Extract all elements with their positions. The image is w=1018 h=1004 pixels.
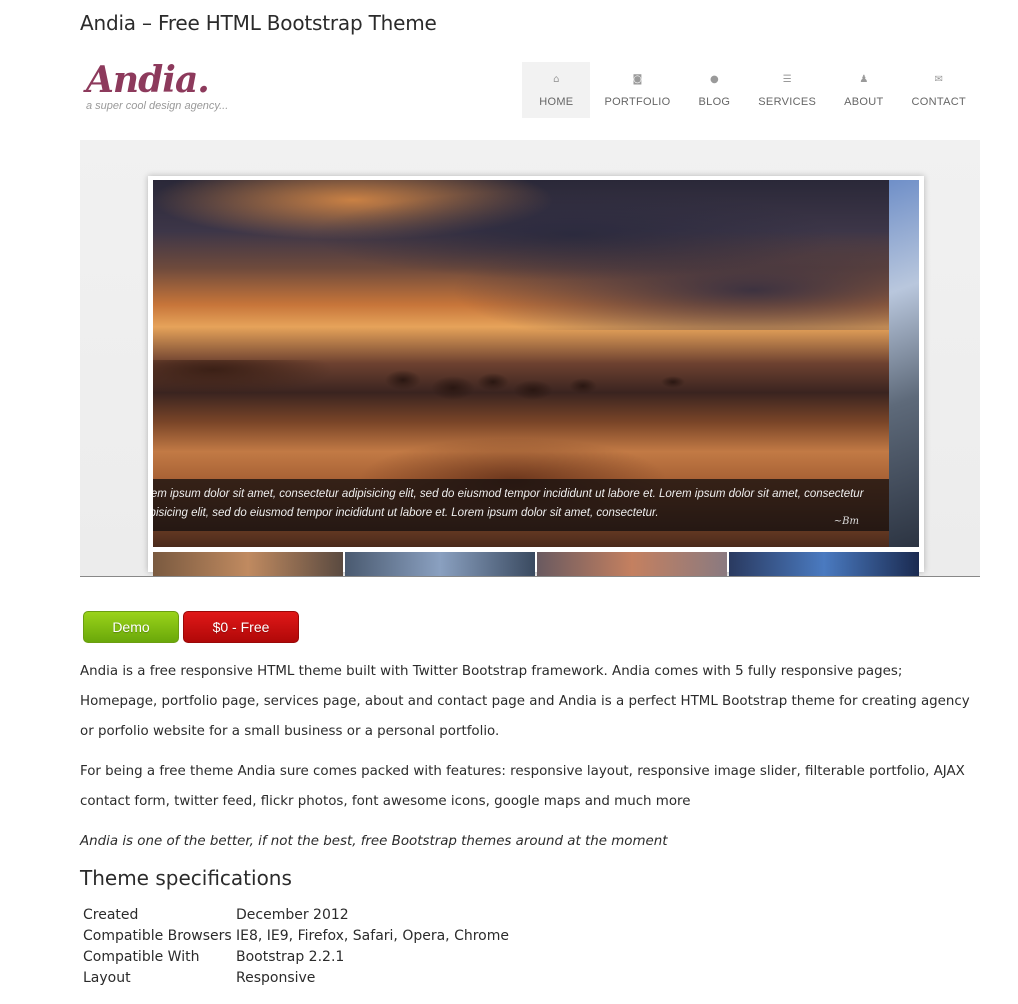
table-row: Layout Responsive bbox=[83, 967, 509, 988]
main-nav: ⌂ HOME ◙ PORTFOLIO ● BLOG ☰ SERVICES ♟ A… bbox=[522, 62, 980, 118]
slider-caption-text: rem ipsum dolor sit amet, consectetur ad… bbox=[153, 488, 864, 519]
user-icon: ♟ bbox=[859, 73, 869, 85]
sunset-clouds bbox=[153, 180, 889, 330]
nav-item-about[interactable]: ♟ ABOUT bbox=[830, 62, 897, 118]
page-title: Andia – Free HTML Bootstrap Theme bbox=[80, 11, 437, 35]
nav-item-home[interactable]: ⌂ HOME bbox=[522, 62, 591, 118]
nav-item-services[interactable]: ☰ SERVICES bbox=[744, 62, 830, 118]
logo-name: Andia. bbox=[86, 59, 210, 101]
logo[interactable]: Andia. a super cool design agency... bbox=[86, 60, 228, 112]
nav-label: SERVICES bbox=[758, 95, 817, 108]
slider-thumbnail[interactable] bbox=[729, 552, 919, 576]
list-icon: ☰ bbox=[782, 73, 792, 85]
nav-label: BLOG bbox=[698, 95, 731, 108]
camera-icon: ◙ bbox=[632, 73, 643, 85]
table-row: Compatible Browsers IE8, IE9, Firefox, S… bbox=[83, 925, 509, 946]
nav-item-portfolio[interactable]: ◙ PORTFOLIO bbox=[590, 62, 684, 118]
spec-key: Compatible With bbox=[83, 948, 200, 965]
slider-thumbnail[interactable] bbox=[153, 552, 343, 576]
slider-thumbnail[interactable] bbox=[345, 552, 535, 576]
spec-key: Layout bbox=[83, 969, 131, 986]
demo-button[interactable]: Demo bbox=[83, 611, 179, 643]
spec-value: IE8, IE9, Firefox, Safari, Opera, Chrome bbox=[236, 927, 509, 944]
comment-icon: ● bbox=[710, 73, 719, 85]
next-slide-peek[interactable] bbox=[889, 180, 919, 547]
features-paragraph: For being a free theme Andia sure comes … bbox=[80, 764, 965, 809]
specs-heading: Theme specifications bbox=[80, 866, 292, 890]
spec-value: Responsive bbox=[236, 969, 316, 986]
slider-caption: rem ipsum dolor sit amet, consectetur ad… bbox=[153, 479, 889, 531]
table-row: Created December 2012 bbox=[83, 904, 509, 925]
slider-image[interactable]: rem ipsum dolor sit amet, consectetur ad… bbox=[153, 180, 889, 547]
slider-thumbnail[interactable] bbox=[537, 552, 727, 576]
spec-key: Compatible Browsers bbox=[83, 927, 232, 944]
spec-value: Bootstrap 2.2.1 bbox=[236, 948, 345, 965]
hero-section: rem ipsum dolor sit amet, consectetur ad… bbox=[80, 140, 980, 576]
nav-label: ABOUT bbox=[844, 95, 884, 108]
envelope-icon: ✉ bbox=[934, 73, 943, 85]
spec-value: December 2012 bbox=[236, 906, 349, 923]
quote-paragraph: Andia is one of the better, if not the b… bbox=[80, 834, 668, 849]
logo-tagline: a super cool design agency... bbox=[86, 100, 229, 112]
theme-preview: Andia. a super cool design agency... ⌂ H… bbox=[80, 50, 980, 577]
price-button[interactable]: $0 - Free bbox=[183, 611, 299, 643]
nav-item-blog[interactable]: ● BLOG bbox=[685, 62, 745, 118]
specs-table: Created December 2012 Compatible Browser… bbox=[83, 904, 509, 988]
nav-label: HOME bbox=[539, 95, 574, 108]
photo-signature: ~Bm bbox=[833, 516, 859, 527]
nav-item-contact[interactable]: ✉ CONTACT bbox=[898, 62, 980, 118]
shore-rocks bbox=[153, 360, 889, 420]
table-row: Compatible With Bootstrap 2.2.1 bbox=[83, 946, 509, 967]
slider-thumbnails bbox=[153, 552, 919, 576]
spec-key: Created bbox=[83, 906, 139, 923]
description-paragraph: Andia is a free responsive HTML theme bu… bbox=[80, 664, 970, 739]
nav-label: CONTACT bbox=[911, 95, 966, 108]
home-icon: ⌂ bbox=[553, 73, 560, 85]
nav-label: PORTFOLIO bbox=[604, 95, 671, 108]
